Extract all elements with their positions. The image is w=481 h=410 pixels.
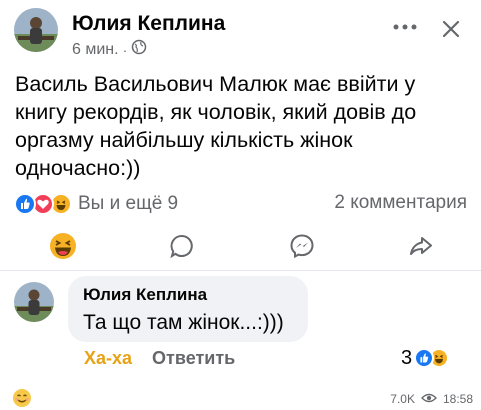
comment-reply-button[interactable]: Ответить: [152, 348, 235, 369]
globe-icon: [131, 39, 147, 60]
share-icon[interactable]: [404, 230, 438, 262]
comment-author-avatar[interactable]: [14, 282, 54, 322]
post-text: Василь Васильович Малюк має ввійти у кни…: [15, 72, 417, 180]
reaction-icons: [14, 193, 76, 215]
close-icon[interactable]: [436, 14, 466, 44]
reactions-summary[interactable]: Вы и ещё 9: [14, 190, 178, 218]
smile-emoji-icon: [12, 388, 32, 408]
post-time[interactable]: 6 мин.: [72, 41, 119, 59]
reactions-count: Вы и ещё 9: [78, 193, 179, 214]
author-avatar[interactable]: [14, 8, 58, 52]
author-name[interactable]: Юлия Кеплина: [72, 12, 225, 36]
message-footer: 7.0K 18:58: [390, 392, 473, 406]
messenger-icon[interactable]: [285, 230, 319, 262]
eye-icon: [421, 392, 437, 406]
comments-count[interactable]: 2 комментария: [334, 192, 467, 214]
comment-text: Та що там жінок...:))): [83, 311, 284, 334]
comment-haha-button[interactable]: Ха-ха: [84, 348, 132, 369]
comment-bubble: Юлия Кеплина Та що там жінок...:))): [68, 276, 308, 342]
separator-dot: ·: [122, 41, 128, 58]
like-icon: [414, 348, 435, 368]
comment-reactions[interactable]: 3: [401, 346, 450, 370]
comment-reaction-count: 3: [401, 346, 413, 369]
message-time: 18:58: [442, 392, 473, 406]
comment-author[interactable]: Юлия Кеплина: [83, 285, 207, 305]
like-icon: [14, 193, 36, 215]
comment-actions: Ха-ха Ответить: [84, 346, 235, 370]
views-count: 7.0K: [390, 392, 415, 406]
haha-react-button[interactable]: [46, 230, 80, 262]
more-icon[interactable]: [390, 14, 420, 40]
comment-icon[interactable]: [165, 230, 199, 262]
post-actions: [0, 226, 481, 266]
divider: [0, 270, 481, 271]
post-meta: 6 мин. ·: [72, 39, 147, 60]
post-header: Юлия Кеплина 6 мин. ·: [14, 8, 472, 62]
